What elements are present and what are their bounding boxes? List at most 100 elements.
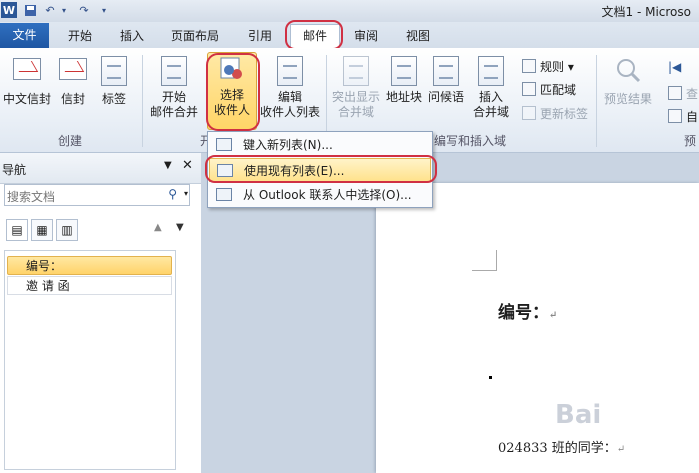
envelope-icon <box>13 58 41 80</box>
greeting-label: 问候语 <box>427 90 464 104</box>
auto-check-button[interactable]: 自 <box>668 108 698 126</box>
nav-pane-title: 导航 <box>2 163 27 177</box>
start-mail-merge-label-2: 邮件合并 <box>149 105 198 119</box>
nav-tab-pages[interactable]: ▦ <box>31 219 53 241</box>
address-block-label: 地址块 <box>385 90 422 104</box>
group-label-write-insert: 编写和插入域 <box>433 134 506 148</box>
edit-recipient-label-2: 收件人列表 <box>259 105 320 119</box>
envelope-label: 信封 <box>60 92 85 106</box>
undo-dropdown-icon[interactable]: ▾ <box>56 2 72 18</box>
new-list-icon <box>216 138 232 151</box>
search-icon[interactable]: ⚲ <box>168 187 177 201</box>
save-icon[interactable] <box>22 2 38 18</box>
find-icon <box>668 86 682 100</box>
highlight-label-2: 合并域 <box>337 105 374 119</box>
auto-check-icon <box>668 109 682 123</box>
preview-icon <box>614 56 642 84</box>
update-labels-icon <box>522 106 536 120</box>
nav-down-icon[interactable]: ▼ <box>176 222 184 233</box>
heading-item[interactable]: 编号： <box>7 256 172 275</box>
mail-merge-icon <box>161 56 187 86</box>
redo-icon[interactable]: ↷ <box>76 2 92 18</box>
address-block-icon <box>391 56 417 86</box>
rules-label: 规则 <box>540 60 565 74</box>
tab-view[interactable]: 视图 <box>398 25 438 47</box>
annotation-circle-existing-list <box>205 155 437 183</box>
document-line[interactable]: 024833 班的同学：↵ <box>498 437 625 456</box>
chinese-envelope-label: 中文信封 <box>2 92 51 106</box>
highlight-merge-fields-button[interactable]: 突出显示 合并域 <box>330 56 382 120</box>
edit-recipient-label-1: 编辑 <box>277 90 302 104</box>
watermark-logo: Bai <box>555 400 602 430</box>
start-mail-merge-label-1: 开始 <box>161 90 186 104</box>
nav-tab-results[interactable]: ▥ <box>56 219 78 241</box>
find-recipient-button[interactable]: 查 <box>668 85 698 103</box>
tab-page-layout[interactable]: 页面布局 <box>164 25 226 47</box>
nav-tab-headings[interactable]: ▤ <box>6 219 28 241</box>
rules-icon <box>522 59 536 73</box>
greeting-line-button[interactable]: 问候语 <box>426 56 466 105</box>
paragraph-mark: ↵ <box>616 444 626 455</box>
tab-file[interactable]: 文件 <box>0 23 49 48</box>
update-labels-label: 更新标签 <box>540 107 589 121</box>
rules-button[interactable]: 规则 ▾ <box>522 58 574 76</box>
group-separator <box>596 55 597 147</box>
envelope-button[interactable]: 信封 <box>56 58 90 107</box>
tab-home[interactable]: 开始 <box>60 25 100 47</box>
group-label-preview: 预 <box>683 134 696 148</box>
customize-qat-icon[interactable]: ▾ <box>96 2 112 18</box>
first-record-icon[interactable]: |◀ <box>668 58 681 76</box>
insert-field-icon <box>478 56 504 86</box>
edit-recipient-list-button[interactable]: 编辑 收件人列表 <box>259 56 321 120</box>
envelope-icon <box>59 58 87 80</box>
document-line-text: 024833 班的同学： <box>498 441 617 456</box>
tab-references[interactable]: 引用 <box>240 25 280 47</box>
edit-list-icon <box>277 56 303 86</box>
document-page[interactable] <box>376 183 699 473</box>
results-icon: ▥ <box>61 223 73 237</box>
insert-merge-field-button[interactable]: 插入 合并域 <box>468 56 514 120</box>
highlight-label-1: 突出显示 <box>331 90 380 104</box>
search-dropdown-icon[interactable]: ▾ <box>184 189 188 198</box>
chinese-envelope-button[interactable]: 中文信封 <box>2 58 52 107</box>
outlook-contacts-icon <box>216 188 232 201</box>
tab-insert[interactable]: 插入 <box>112 25 152 47</box>
address-block-button[interactable]: 地址块 <box>384 56 424 105</box>
word-app-icon[interactable]: W <box>1 2 17 18</box>
search-document-input[interactable]: 搜索文档 ⚲ ▾ <box>4 184 190 206</box>
nav-pane-close-icon[interactable]: ✕ <box>182 158 193 173</box>
search-placeholder: 搜索文档 <box>7 190 56 204</box>
labels-button[interactable]: 标签 <box>96 56 132 107</box>
nav-up-icon[interactable]: ▲ <box>154 222 162 233</box>
labels-label: 标签 <box>101 92 126 106</box>
labels-icon <box>101 56 127 86</box>
menu-item-type-new-list[interactable]: 键入新列表(N)... <box>209 133 431 157</box>
match-fields-button[interactable]: 匹配域 <box>522 81 576 99</box>
tab-review[interactable]: 审阅 <box>346 25 386 47</box>
update-labels-button[interactable]: 更新标签 <box>522 105 588 123</box>
title-bar: W ↶ ▾ ↷ ▾ 文档1 - Microso <box>0 0 699 22</box>
annotation-circle-select-recipients <box>206 53 260 131</box>
heading-item[interactable]: 邀 请 函 <box>7 276 172 295</box>
annotation-circle-mailings <box>285 20 343 50</box>
match-fields-label: 匹配域 <box>540 83 577 97</box>
start-mail-merge-button[interactable]: 开始 邮件合并 <box>146 56 202 120</box>
document-heading-text: 编号： <box>498 303 549 323</box>
paragraph-mark: ↵ <box>549 310 558 321</box>
find-label: 查 <box>686 87 699 101</box>
insert-field-label-1: 插入 <box>478 90 503 104</box>
group-separator <box>142 55 143 147</box>
preview-results-label: 预览结果 <box>603 92 652 106</box>
pages-icon: ▦ <box>36 223 48 237</box>
match-fields-icon <box>522 82 536 96</box>
auto-check-label: 自 <box>686 110 699 124</box>
margin-corner-mark <box>472 250 497 271</box>
preview-results-button[interactable]: 预览结果 <box>600 56 656 107</box>
document-heading[interactable]: 编号：↵ <box>498 298 557 323</box>
menu-item-outlook-contacts[interactable]: 从 Outlook 联系人中选择(O)... <box>209 183 431 207</box>
bullet-dot <box>489 376 492 379</box>
menu-item-label: 键入新列表(N)... <box>243 138 333 152</box>
insert-field-label-2: 合并域 <box>472 105 509 119</box>
greeting-icon <box>433 56 459 86</box>
nav-pane-menu-icon[interactable]: ▼ <box>164 160 172 171</box>
